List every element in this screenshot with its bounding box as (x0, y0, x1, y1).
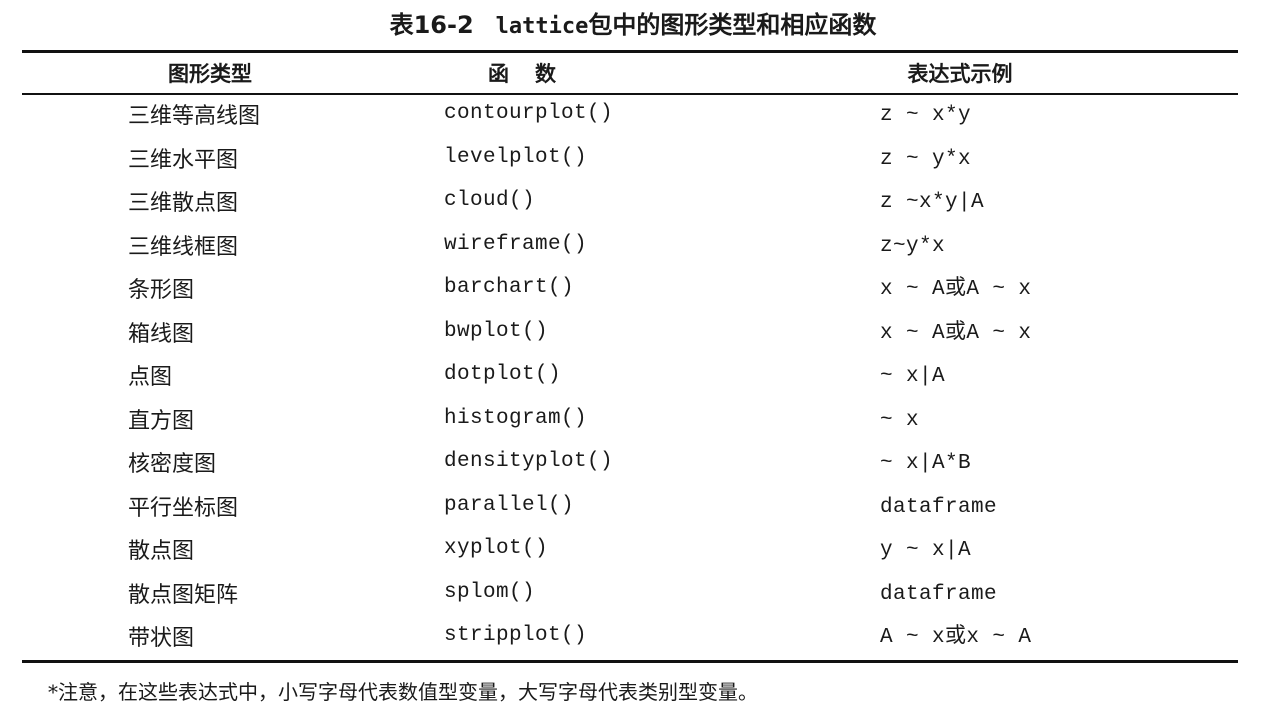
function-cell: wireframe() (444, 232, 588, 256)
expression-cell: x ~ A或A ~ x (880, 278, 1032, 301)
plot-type-cell: 直方图 (128, 408, 195, 434)
plot-type-cell: 三维水平图 (128, 147, 239, 173)
expression-cell: ~ x (880, 408, 920, 432)
function-cell: densityplot() (444, 450, 614, 473)
table-title-number: 表16-2 (389, 11, 474, 39)
table-row: 平行坐标图 parallel() dataframe (0, 489, 1266, 533)
table-top-rule (22, 50, 1238, 53)
plot-type-cell: 散点图矩阵 (128, 582, 239, 608)
expression-cell: dataframe (880, 582, 998, 606)
plot-type-cell: 三维等高线图 (128, 104, 261, 129)
expression-cell: z ~ x*y (880, 104, 972, 127)
table-row: 散点图 xyplot() y ~ x|A (0, 532, 1266, 576)
function-cell: dotplot() (444, 363, 562, 386)
table-row: 条形图 barchart() x ~ A或A ~ x (0, 271, 1266, 315)
table-row: 点图 dotplot() ~ x|A (0, 358, 1266, 402)
table-header-row: 图形类型 函数 表达式示例 (0, 56, 1266, 92)
function-cell: stripplot() (444, 624, 588, 647)
expression-cell: z ~ y*x (880, 147, 972, 171)
table-header-rule (22, 93, 1238, 95)
table-body: 三维等高线图 contourplot() z ~ x*y 三维水平图 levelplot… (0, 97, 1266, 663)
function-cell: contourplot() (444, 102, 614, 125)
header-expression: 表达式示例 (907, 62, 1013, 86)
expression-cell: dataframe (880, 495, 998, 519)
table-title: 表16-2 lattice包中的图形类型和相应函数 (0, 8, 1266, 44)
function-cell: bwplot() (444, 319, 549, 343)
expression-cell: z ~x*y|A (880, 191, 985, 214)
table-row: 箱线图 bwplot() x ~ A或A ~ x (0, 315, 1266, 359)
plot-type-cell: 平行坐标图 (128, 495, 239, 521)
expression-cell: ~ x|A (880, 365, 946, 388)
expression-cell: A ~ x或x ~ A (880, 626, 1032, 649)
table-row: 三维线框图 wireframe() z~y*x (0, 228, 1266, 272)
table-row: 三维等高线图 contourplot() z ~ x*y (0, 97, 1266, 141)
table-row: 直方图 histogram() ~ x (0, 402, 1266, 446)
function-cell: levelplot() (444, 145, 588, 169)
expression-cell: z~y*x (880, 234, 946, 258)
function-cell: xyplot() (444, 537, 549, 560)
function-cell: cloud() (444, 189, 536, 212)
header-function: 函数 (488, 62, 582, 86)
header-type: 图形类型 (168, 62, 252, 86)
table-bottom-rule (22, 660, 1238, 663)
plot-type-cell: 三维散点图 (128, 191, 239, 216)
table-row: 三维散点图 cloud() z ~x*y|A (0, 184, 1266, 228)
expression-cell: ~ x|A*B (880, 452, 972, 475)
table-title-text: 包中的图形类型和相应函数 (588, 11, 877, 39)
plot-type-cell: 带状图 (128, 626, 195, 651)
plot-type-cell: 三维线框图 (128, 234, 239, 260)
plot-type-cell: 箱线图 (128, 321, 195, 347)
table-row: 带状图 stripplot() A ~ x或x ~ A (0, 619, 1266, 663)
function-cell: histogram() (444, 406, 588, 430)
function-cell: splom() (444, 580, 536, 604)
table-row: 核密度图 densityplot() ~ x|A*B (0, 445, 1266, 489)
expression-cell: y ~ x|A (880, 539, 972, 562)
table-title-package: lattice (495, 14, 589, 39)
plot-type-cell: 点图 (128, 365, 173, 390)
table-row: 散点图矩阵 splom() dataframe (0, 576, 1266, 620)
function-cell: parallel() (444, 493, 575, 517)
function-cell: barchart() (444, 276, 575, 299)
plot-type-cell: 条形图 (128, 278, 195, 303)
plot-type-cell: 散点图 (128, 539, 195, 564)
expression-cell: x ~ A或A ~ x (880, 321, 1032, 345)
plot-type-cell: 核密度图 (128, 452, 217, 477)
table-footnote: *注意，在这些表达式中，小写字母代表数值型变量，大写字母代表类别型变量。 (48, 680, 758, 704)
table-row: 三维水平图 levelplot() z ~ y*x (0, 141, 1266, 185)
